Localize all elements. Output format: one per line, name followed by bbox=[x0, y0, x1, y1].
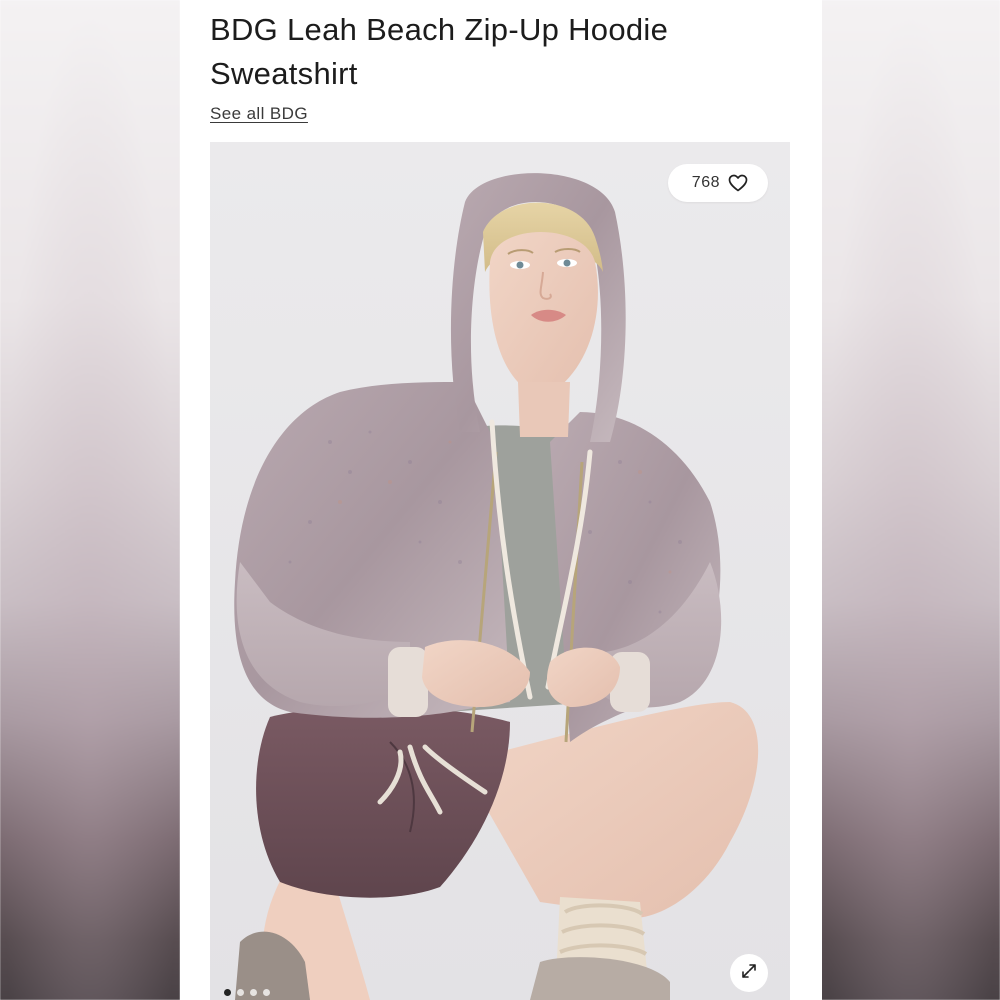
carousel-indicator bbox=[224, 989, 270, 996]
product-title: BDG Leah Beach Zip-Up Hoodie Sweatshirt bbox=[210, 12, 669, 91]
screenshot-frame: BDG Leah Beach Zip-Up Hoodie Sweatshirt … bbox=[0, 0, 1000, 1000]
blurred-background-right bbox=[820, 0, 1000, 1000]
carousel-dot[interactable] bbox=[237, 989, 244, 996]
product-image-gallery[interactable]: 768 bbox=[210, 142, 790, 1000]
blurred-background-left bbox=[0, 0, 180, 1000]
product-page: BDG Leah Beach Zip-Up Hoodie Sweatshirt … bbox=[180, 0, 822, 1000]
carousel-dot[interactable] bbox=[250, 989, 257, 996]
see-all-brand-link[interactable]: See all BDG bbox=[210, 104, 308, 124]
favorite-button[interactable]: 768 bbox=[667, 164, 768, 202]
expand-image-button[interactable] bbox=[730, 954, 768, 992]
favorites-count: 768 bbox=[691, 174, 720, 191]
heart-icon bbox=[728, 174, 748, 192]
carousel-dot[interactable] bbox=[224, 989, 231, 996]
expand-icon bbox=[739, 961, 759, 986]
carousel-dot[interactable] bbox=[263, 989, 270, 996]
product-photo bbox=[210, 142, 790, 1000]
